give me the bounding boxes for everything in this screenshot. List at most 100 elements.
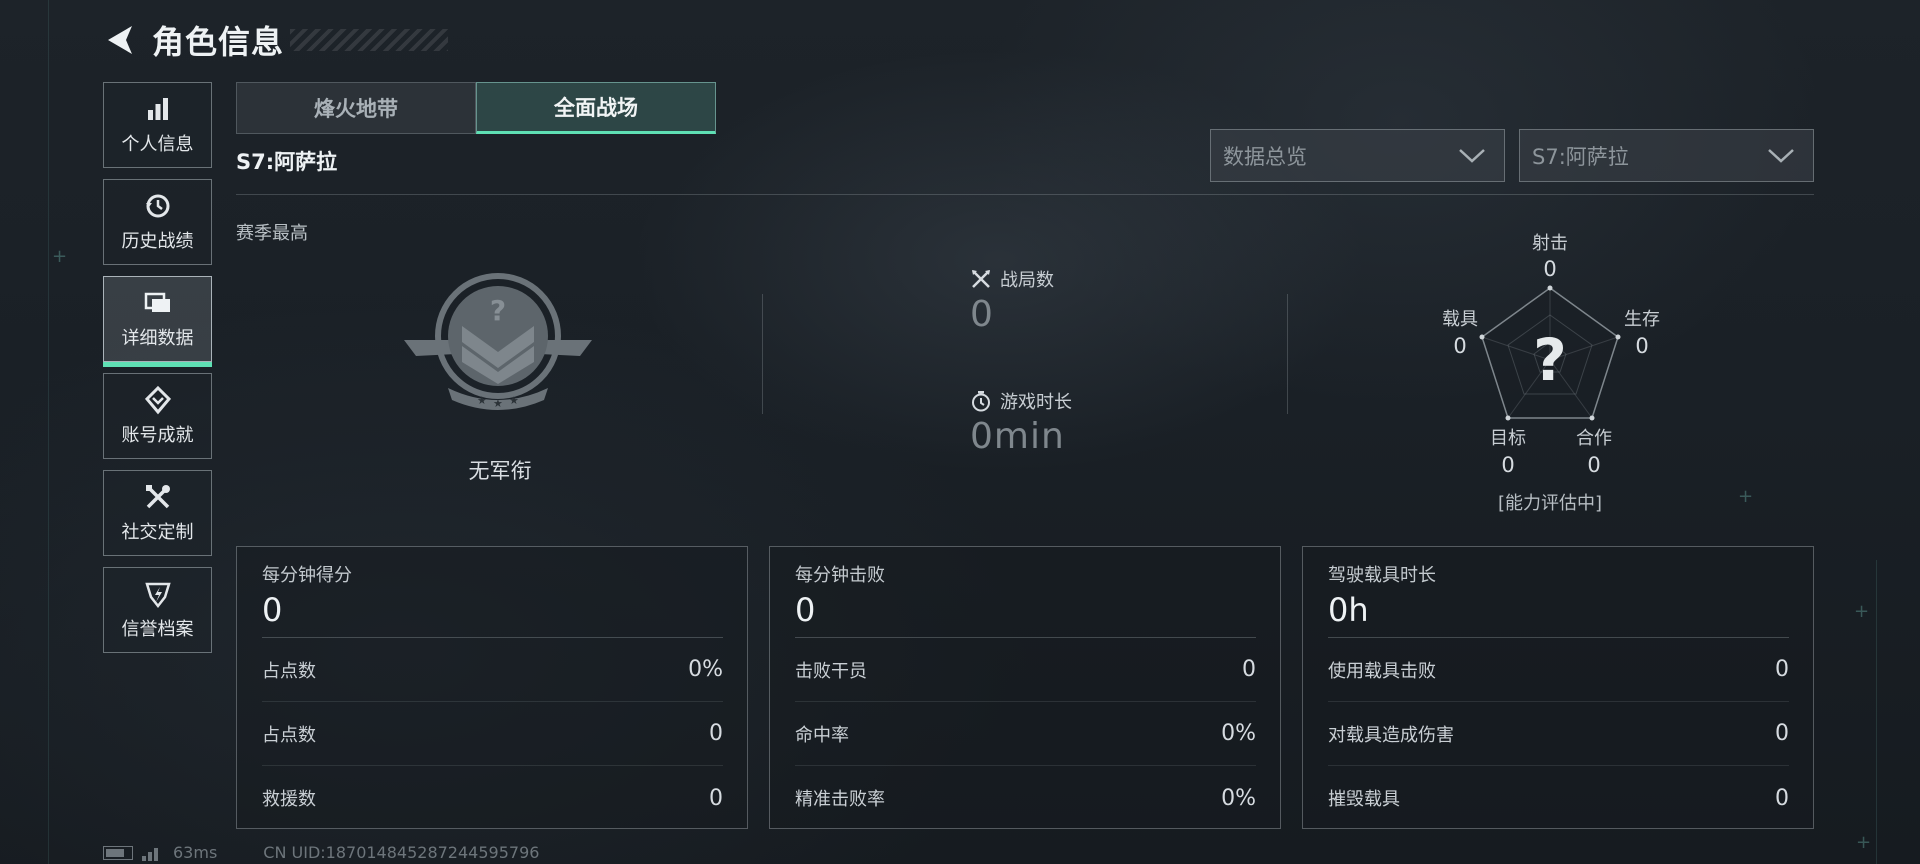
- radar-value-cooperation: 0: [1587, 453, 1601, 477]
- stat-value: 0: [1242, 657, 1256, 682]
- matches-value: 0: [970, 294, 994, 335]
- stat-label: 使用载具击败: [1328, 660, 1436, 682]
- stopwatch-icon: [972, 391, 990, 412]
- battery-icon: [103, 845, 133, 860]
- stat-label: 击败干员: [795, 660, 867, 682]
- bar-chart-icon: [147, 98, 168, 120]
- stat-row: 救援数 0: [262, 766, 723, 830]
- section-divider: [236, 194, 1814, 195]
- kills-panel: 每分钟击败 0 击败干员 0 命中率 0% 精准击败率 0%: [769, 546, 1281, 829]
- stat-value: 0%: [1221, 785, 1256, 811]
- rank-name: 无军衔: [468, 459, 532, 483]
- tools-icon: [145, 485, 170, 509]
- stat-row: 命中率 0%: [795, 702, 1256, 766]
- stat-value: 0: [709, 785, 723, 811]
- stat-label: 命中率: [795, 724, 849, 746]
- season-title: S7:阿萨拉: [236, 150, 338, 174]
- sidebar-item-label: 详细数据: [121, 328, 194, 349]
- stat-label: 对载具造成伤害: [1328, 724, 1454, 746]
- achievement-icon: [144, 385, 171, 415]
- folder-icon: [144, 292, 170, 312]
- svg-text:?: ?: [490, 294, 506, 327]
- stat-row: 对载具造成伤害 0: [1328, 702, 1789, 766]
- season-best-label: 赛季最高: [236, 223, 308, 244]
- page-header: 角色信息: [102, 18, 284, 62]
- sidebar-item-label: 历史战绩: [121, 231, 194, 252]
- sidebar-item-credit-record[interactable]: 信誉档案: [103, 567, 212, 653]
- chevron-down-icon: [1459, 149, 1485, 163]
- tab-full-battlefield[interactable]: 全面战场: [476, 82, 716, 134]
- sidebar-item-social-custom[interactable]: 社交定制: [103, 470, 212, 556]
- sidebar-item-label: 社交定制: [121, 522, 194, 543]
- stat-row: 精准击败率 0%: [795, 766, 1256, 830]
- view-select[interactable]: 数据总览: [1210, 129, 1505, 182]
- stat-value: 0: [709, 721, 723, 746]
- ping-value: 63ms: [173, 843, 218, 862]
- stat-value: 0%: [1221, 721, 1256, 746]
- stat-value: 0%: [688, 657, 723, 682]
- sidebar-item-label: 账号成就: [121, 425, 194, 446]
- rank-emblem-icon: ? ★ ★ ★: [404, 273, 592, 410]
- season-select[interactable]: S7:阿萨拉: [1519, 129, 1814, 182]
- stat-row: 摧毁载具 0: [1328, 766, 1789, 830]
- matches-label: 战局数: [1000, 270, 1054, 291]
- decor-plus: +: [1738, 486, 1754, 507]
- stat-label: 摧毁载具: [1328, 789, 1400, 810]
- panel-main-value: 0: [795, 591, 816, 629]
- tab-hazard-zone[interactable]: 烽火地带: [236, 82, 476, 134]
- stat-row: 使用载具击败 0: [1328, 638, 1789, 702]
- ability-radar-chart: ?: [1479, 285, 1621, 421]
- mode-tabs: 烽火地带 全面战场: [236, 82, 716, 134]
- stat-value: 0: [1775, 657, 1789, 682]
- svg-text:★: ★: [493, 397, 503, 410]
- decor-plus: +: [1856, 832, 1872, 853]
- panel-title: 每分钟击败: [795, 565, 885, 586]
- signal-icon: [142, 847, 158, 861]
- sidebar-item-label: 个人信息: [121, 134, 194, 155]
- chevron-down-icon: [1768, 149, 1794, 163]
- season-select-value: S7:阿萨拉: [1532, 144, 1629, 169]
- radar-label-shooting: 射击: [1532, 233, 1568, 254]
- stat-value: 0: [1775, 785, 1789, 811]
- stat-label: 占点数: [262, 724, 316, 746]
- playtime-stat: 游戏时长 0min: [970, 388, 1072, 457]
- page-title: 角色信息: [152, 23, 285, 61]
- sidebar-item-detailed-data[interactable]: 详细数据: [103, 276, 212, 367]
- stat-label: 精准击败率: [795, 789, 885, 810]
- stat-label: 救援数: [262, 789, 316, 810]
- column-divider: [762, 294, 763, 414]
- panel-main-value: 0h: [1328, 591, 1369, 629]
- svg-text:★: ★: [477, 394, 487, 407]
- radar-status: [能力评估中]: [1497, 493, 1603, 514]
- sidebar-item-personal-info[interactable]: 个人信息: [103, 82, 212, 168]
- matches-stat: 战局数 0: [970, 266, 1054, 335]
- status-footer: 63ms CN UID:1870148452872445957​96: [103, 843, 539, 862]
- column-divider: [1287, 294, 1288, 414]
- panel-title: 每分钟得分: [262, 565, 352, 586]
- panel-title: 驾驶载具时长: [1328, 565, 1436, 586]
- history-icon: [145, 194, 169, 218]
- decor-plus: +: [52, 246, 68, 267]
- panel-main-value: 0: [262, 591, 283, 629]
- sidebar: 个人信息 历史战绩 详细数据 账号成就 社交定制 信誉档案: [103, 82, 212, 664]
- score-panel: 每分钟得分 0 占点数 0% 占点数 0 救援数 0: [236, 546, 748, 829]
- decor-line: [1876, 560, 1877, 864]
- stat-value: 0: [1775, 721, 1789, 746]
- decor-line: [48, 0, 49, 864]
- crossed-swords-icon: [972, 270, 990, 288]
- radar-value-objective: 0: [1501, 453, 1515, 477]
- user-uid: CN UID:1870148452872445957​96: [263, 843, 540, 862]
- svg-text:★: ★: [509, 394, 519, 407]
- sidebar-item-history[interactable]: 历史战绩: [103, 179, 212, 265]
- sidebar-item-achievements[interactable]: 账号成就: [103, 373, 212, 459]
- playtime-label: 游戏时长: [1000, 392, 1072, 413]
- stat-row: 击败干员 0: [795, 638, 1256, 702]
- vehicle-panel: 驾驶载具时长 0h 使用载具击败 0 对载具造成伤害 0 摧毁载具 0: [1302, 546, 1814, 829]
- back-arrow-icon[interactable]: [102, 22, 138, 58]
- stat-row: 占点数 0: [262, 702, 723, 766]
- sidebar-item-label: 信誉档案: [121, 619, 194, 640]
- decor-plus: +: [1854, 601, 1870, 622]
- playtime-value: 0min: [970, 416, 1065, 457]
- view-select-value: 数据总览: [1223, 144, 1307, 169]
- credit-shield-icon: [144, 582, 171, 609]
